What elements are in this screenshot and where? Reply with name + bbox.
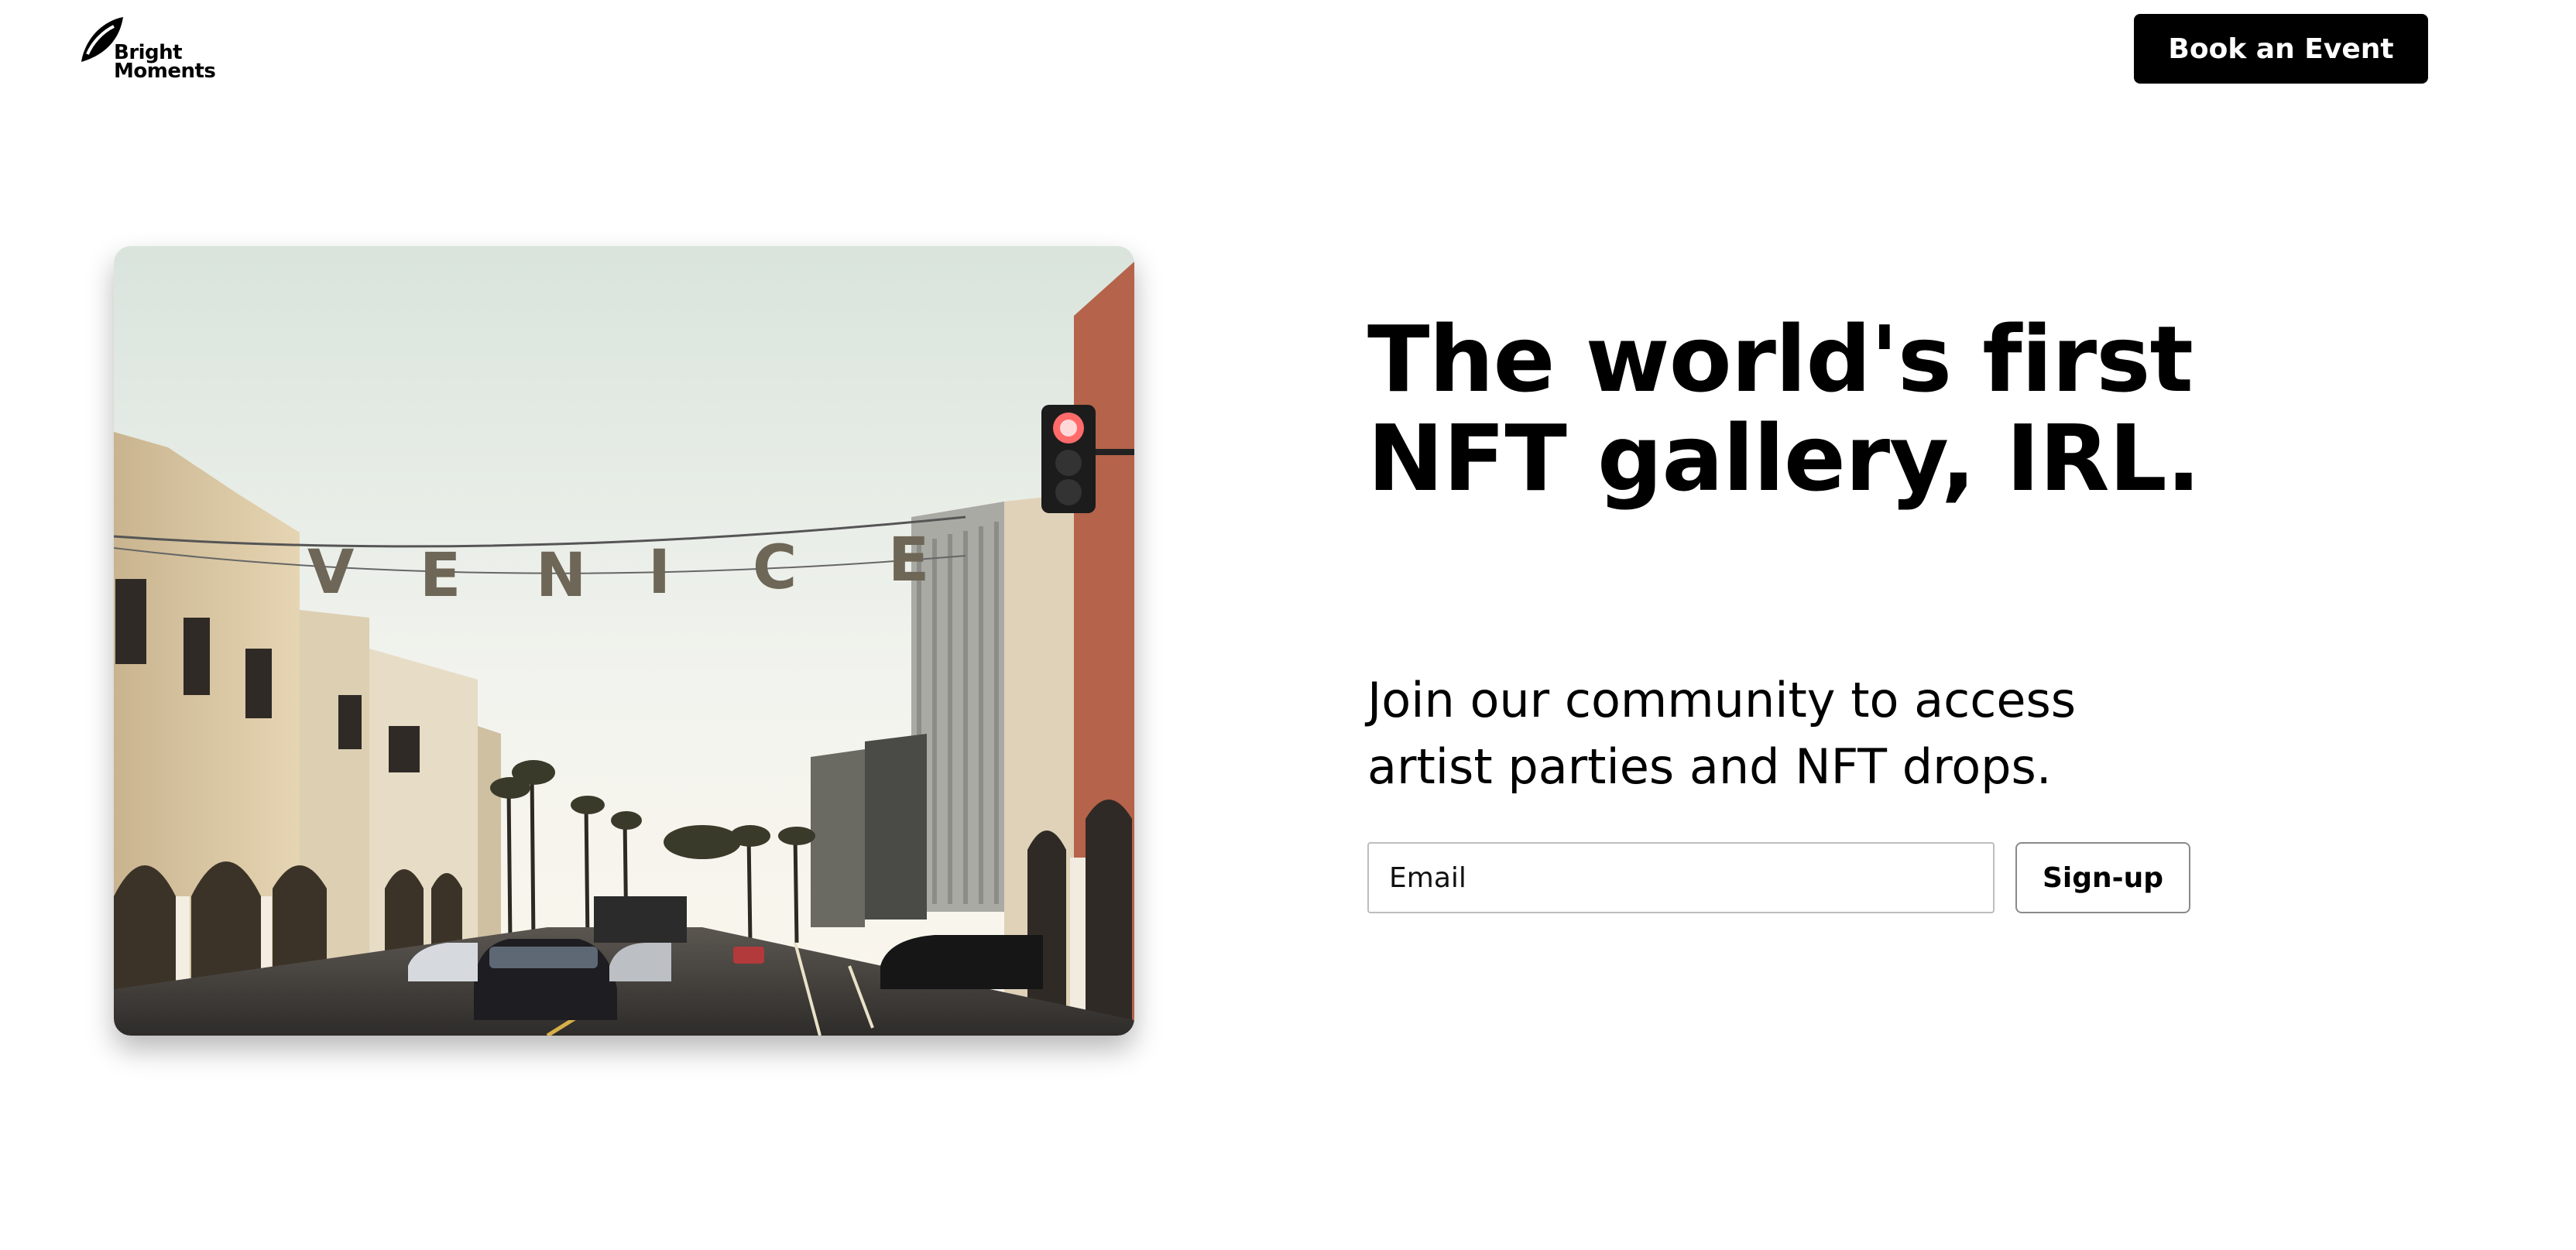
hero-headline: The world's first NFT gallery, IRL.	[1367, 306, 2201, 512]
headline-line-2: NFT gallery, IRL.	[1367, 405, 2201, 512]
signup-button[interactable]: Sign-up	[2015, 842, 2190, 913]
svg-text:E: E	[888, 526, 929, 595]
hero-subtext: Join our community to access artist part…	[1367, 667, 2076, 800]
brand-logo[interactable]: Bright Moments	[74, 14, 216, 83]
hero-image: V E N I C E	[114, 246, 1134, 1036]
svg-text:E: E	[420, 541, 461, 611]
book-event-button[interactable]: Book an Event	[2134, 14, 2428, 84]
svg-text:N: N	[536, 541, 586, 611]
logo-line-2: Moments	[114, 60, 216, 83]
subtext-line-1: Join our community to access	[1367, 672, 2077, 728]
subtext-line-2: artist parties and NFT drops.	[1367, 738, 2052, 795]
venice-street-photo: V E N I C E	[114, 246, 1134, 1036]
svg-text:V: V	[307, 538, 354, 608]
svg-text:C: C	[753, 533, 797, 603]
svg-text:I: I	[648, 538, 671, 608]
landing-page: Bright Moments Book an Event V E N I C E…	[0, 0, 2576, 1250]
logo-wordmark: Bright Moments	[114, 43, 216, 83]
headline-line-1: The world's first	[1367, 306, 2194, 413]
email-input[interactable]	[1367, 842, 1995, 913]
